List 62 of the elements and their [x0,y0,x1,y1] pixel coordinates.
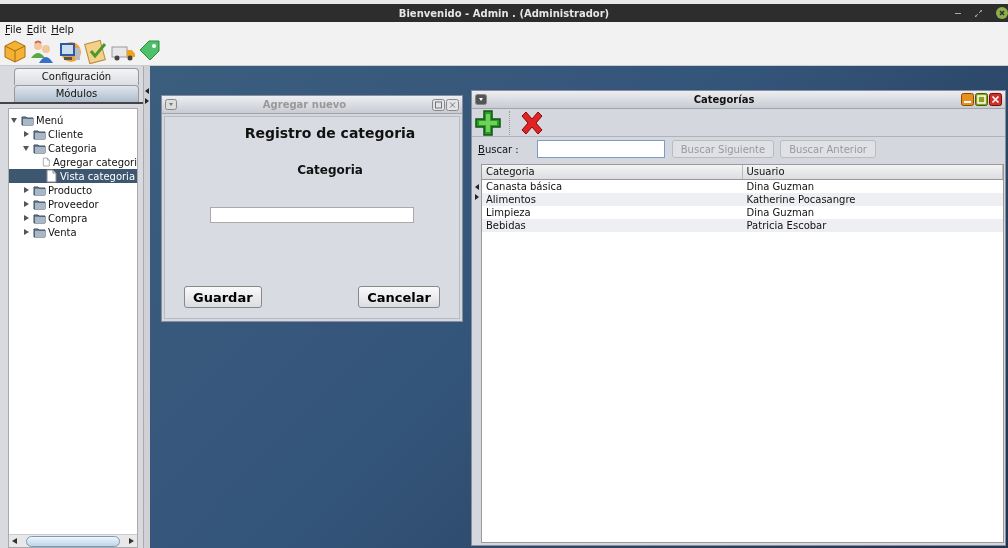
table-cell-text: Katherine Pocasangre [745,194,857,205]
dialog-button[interactable]: Cancelar [358,286,440,308]
right-arrow-icon[interactable] [129,538,134,544]
split-arrows-icon[interactable] [145,88,149,104]
folder-icon [33,184,46,196]
tree-item[interactable]: Venta [48,226,77,238]
tab[interactable]: Configuración [14,68,139,85]
add-icon[interactable] [475,109,501,136]
folder-icon [33,212,46,224]
tree-item[interactable]: Cliente [48,128,84,140]
maximize-icon[interactable] [432,98,445,111]
window-title: Agregar nuevo [261,99,348,110]
collapse-arrow-icon[interactable] [11,116,19,124]
window-title: Categorías [692,94,756,105]
box-icon[interactable] [2,38,28,64]
table-cell-text: Dina Guzman [745,207,816,218]
tree-item[interactable]: Agregar categori [52,156,137,168]
table-cell-text: Alimentos [485,194,537,205]
minimize-icon[interactable] [961,93,974,106]
folder-icon [21,114,34,126]
tree-item[interactable]: Producto [48,184,93,196]
system-menu-icon[interactable] [165,99,177,110]
folder-icon [33,142,46,154]
table-cell-text: Patricia Escobar [745,220,828,231]
table-cell-text: Bebidas [485,220,527,231]
menu-item[interactable]: Help [51,24,74,35]
dialog-button[interactable]: Guardar [184,286,262,308]
scroll-thumb[interactable] [26,535,120,547]
minimize-icon[interactable] [955,12,961,14]
menu-item[interactable]: File [5,24,22,35]
tree-item[interactable]: Categoria [48,142,97,154]
table-cell-text: Limpieza [485,207,532,218]
window-title: Bienvenido - Admin . (Administrador) [398,7,610,19]
folder-icon [33,198,46,210]
restore-icon[interactable] [975,9,982,17]
column-header[interactable]: Categoria [482,165,743,179]
menu-item[interactable]: Edit [26,24,47,35]
table-cell-text: Dina Guzman [745,181,816,192]
form-heading: Registro de categoria [244,125,416,141]
input-field[interactable] [210,207,414,223]
left-arrow-icon[interactable] [12,538,17,544]
folder-icon [33,128,46,140]
close-icon[interactable] [996,7,1008,19]
clipboard-check-icon[interactable] [83,38,109,64]
tree-item[interactable]: Proveedor [48,198,99,210]
search-field[interactable] [536,140,665,158]
split-arrows-icon[interactable] [474,184,479,200]
tab[interactable]: Módulos [14,85,139,102]
close-icon[interactable] [989,93,1002,106]
collapse-arrow-icon[interactable] [23,144,31,152]
column-header[interactable]: Usuario [742,165,1003,179]
folder-icon [33,226,46,238]
delete-icon[interactable] [519,109,545,136]
tree-item[interactable]: Compra [48,212,88,224]
table-cell-text: Canasta básica [485,181,564,192]
field-label: Categoria [297,163,363,177]
tree-item[interactable]: Menú [36,114,64,126]
search-label: Buscar : [478,143,519,155]
horizontal-scrollbar[interactable] [9,534,137,547]
users-icon[interactable] [29,38,55,64]
system-menu-icon[interactable] [475,94,487,105]
maximize-icon[interactable] [975,93,988,106]
